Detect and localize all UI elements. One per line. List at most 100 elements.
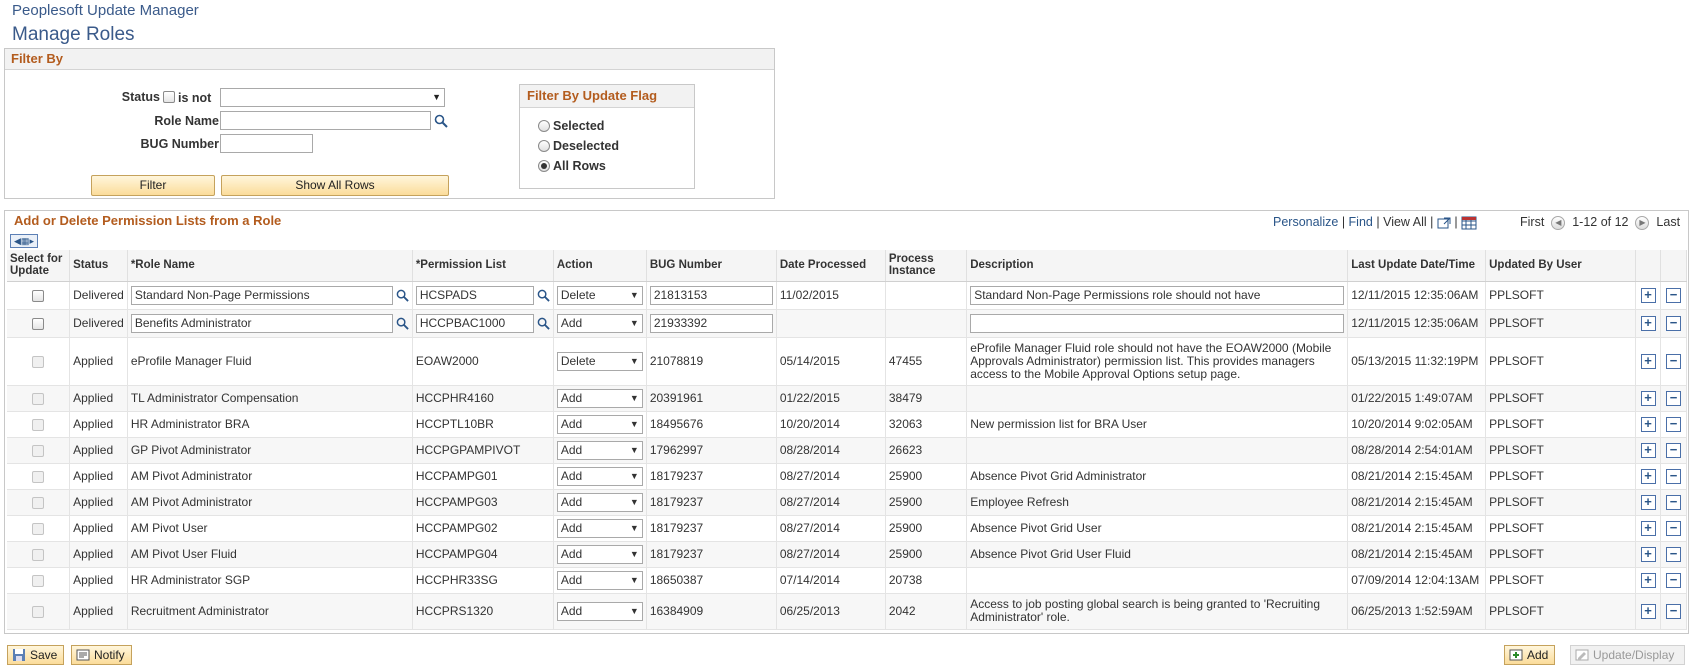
action-select[interactable]: Delete ▼ <box>556 285 643 305</box>
delete-row-icon[interactable]: − <box>1666 520 1682 536</box>
personalize-link[interactable]: Personalize <box>1273 215 1338 229</box>
updated-by-cell: PPLSOFT <box>1485 411 1637 438</box>
radio-deselected-icon[interactable] <box>538 140 550 152</box>
delete-row-icon[interactable]: − <box>1666 546 1682 562</box>
select-for-update-checkbox[interactable] <box>32 355 45 368</box>
add-row-cell: + <box>1635 437 1662 464</box>
add-row-icon[interactable]: + <box>1640 572 1656 588</box>
action-select[interactable]: Add ▼ <box>556 518 643 538</box>
action-select[interactable]: Add ▼ <box>556 492 643 512</box>
first-link[interactable]: First <box>1520 215 1544 229</box>
is-not-checkbox[interactable] <box>163 91 175 103</box>
notify-button[interactable]: Notify <box>71 645 132 665</box>
update-display-button[interactable]: Update/Display <box>1570 645 1686 665</box>
bug-number-cell: 18179237 <box>646 541 777 568</box>
new-window-icon[interactable] <box>1437 217 1451 229</box>
bug-number-field[interactable]: 21933392 <box>649 313 773 333</box>
select-for-update-checkbox[interactable] <box>32 317 45 330</box>
add-row-icon[interactable]: + <box>1640 546 1656 562</box>
action-select[interactable]: Add ▼ <box>556 466 643 486</box>
role-name-field[interactable]: Standard Non-Page Permissions <box>130 285 393 305</box>
col-add <box>1635 250 1662 282</box>
description-cell: Absence Pivot Grid Administrator <box>966 463 1349 490</box>
add-row-icon[interactable]: + <box>1640 442 1656 458</box>
action-select[interactable]: Add ▼ <box>556 601 643 621</box>
delete-row-icon[interactable]: − <box>1666 603 1682 619</box>
radio-all-rows[interactable]: All Rows <box>538 159 606 173</box>
show-all-rows-button[interactable]: Show All Rows <box>221 175 449 196</box>
radio-selected[interactable]: Selected <box>538 119 604 133</box>
bug-number-input[interactable] <box>220 134 313 153</box>
select-for-update-checkbox[interactable] <box>32 470 45 483</box>
add-row-icon[interactable]: + <box>1640 468 1656 484</box>
bug-number-cell: 21813153 <box>646 281 777 310</box>
select-for-update-checkbox[interactable] <box>32 574 45 587</box>
action-select[interactable]: Add ▼ <box>556 544 643 564</box>
select-for-update-checkbox[interactable] <box>32 289 45 302</box>
add-row-icon[interactable]: + <box>1640 390 1656 406</box>
delete-row-icon[interactable]: − <box>1666 468 1682 484</box>
delete-row-icon[interactable]: − <box>1666 416 1682 432</box>
select-for-update-checkbox[interactable] <box>32 392 45 405</box>
action-select[interactable]: Add ▼ <box>556 313 643 333</box>
role-name-input[interactable] <box>220 111 431 130</box>
previous-icon[interactable]: ◀ <box>1551 215 1566 230</box>
select-for-update-checkbox[interactable] <box>32 522 45 535</box>
select-for-update-checkbox[interactable] <box>32 444 45 457</box>
delete-row-icon[interactable]: − <box>1666 572 1682 588</box>
last-link[interactable]: Last <box>1656 215 1680 229</box>
add-button[interactable]: Add <box>1504 645 1556 665</box>
bug-number-field[interactable]: 21813153 <box>649 285 773 305</box>
action-select[interactable]: Add ▼ <box>556 388 643 408</box>
last-update-cell: 08/21/2014 2:15:45AM <box>1347 541 1487 568</box>
add-row-icon[interactable]: + <box>1640 603 1656 619</box>
save-button[interactable]: Save <box>7 645 65 665</box>
select-for-update-checkbox[interactable] <box>32 548 45 561</box>
search-icon[interactable] <box>396 317 409 330</box>
description-field[interactable] <box>970 313 1345 333</box>
delete-row-icon[interactable]: − <box>1666 353 1682 369</box>
add-row-icon[interactable]: + <box>1640 353 1656 369</box>
add-row-icon[interactable]: + <box>1640 416 1656 432</box>
add-row-cell: + <box>1635 281 1662 310</box>
description-field[interactable]: Standard Non-Page Permissions role shoul… <box>970 285 1345 305</box>
status-select[interactable]: ▼ <box>220 88 445 107</box>
delete-row-icon[interactable]: − <box>1666 287 1682 303</box>
filter-button[interactable]: Filter <box>91 175 215 196</box>
radio-deselected[interactable]: Deselected <box>538 139 619 153</box>
delete-row-icon[interactable]: − <box>1666 390 1682 406</box>
delete-row-cell: − <box>1660 463 1687 490</box>
radio-selected-icon[interactable] <box>538 120 550 132</box>
role-name-field[interactable]: Benefits Administrator <box>130 313 393 333</box>
search-icon[interactable] <box>537 317 550 330</box>
view-all-link[interactable]: View All <box>1383 215 1427 229</box>
add-row-icon[interactable]: + <box>1640 520 1656 536</box>
select-for-update-checkbox[interactable] <box>32 496 45 509</box>
row-range: 1-12 of 12 <box>1572 215 1629 229</box>
search-icon[interactable] <box>396 289 409 302</box>
search-icon[interactable] <box>434 114 448 128</box>
permission-list-field[interactable]: HCCPBAC1000 <box>415 313 534 333</box>
updated-by-cell: PPLSOFT <box>1485 593 1637 630</box>
add-row-icon[interactable]: + <box>1640 315 1656 331</box>
add-row-icon[interactable]: + <box>1640 494 1656 510</box>
search-icon[interactable] <box>537 289 550 302</box>
permission-list-field[interactable]: HCSPADS <box>415 285 534 305</box>
select-for-update-checkbox[interactable] <box>32 605 45 618</box>
show-all-columns-icon[interactable]: ◀▦▸ <box>10 234 38 248</box>
action-value: Add <box>560 546 583 561</box>
action-select[interactable]: Add ▼ <box>556 414 643 434</box>
next-icon[interactable]: ▶ <box>1635 215 1650 230</box>
find-link[interactable]: Find <box>1349 215 1373 229</box>
delete-row-icon[interactable]: − <box>1666 494 1682 510</box>
description-cell: Absence Pivot Grid User <box>966 515 1349 542</box>
download-grid-icon[interactable] <box>1461 216 1477 230</box>
action-select[interactable]: Add ▼ <box>556 440 643 460</box>
add-row-icon[interactable]: + <box>1640 287 1656 303</box>
delete-row-icon[interactable]: − <box>1666 442 1682 458</box>
delete-row-icon[interactable]: − <box>1666 315 1682 331</box>
action-select[interactable]: Add ▼ <box>556 570 643 590</box>
radio-all-rows-icon[interactable] <box>538 160 550 172</box>
select-for-update-checkbox[interactable] <box>32 418 45 431</box>
action-select[interactable]: Delete ▼ <box>556 351 643 371</box>
